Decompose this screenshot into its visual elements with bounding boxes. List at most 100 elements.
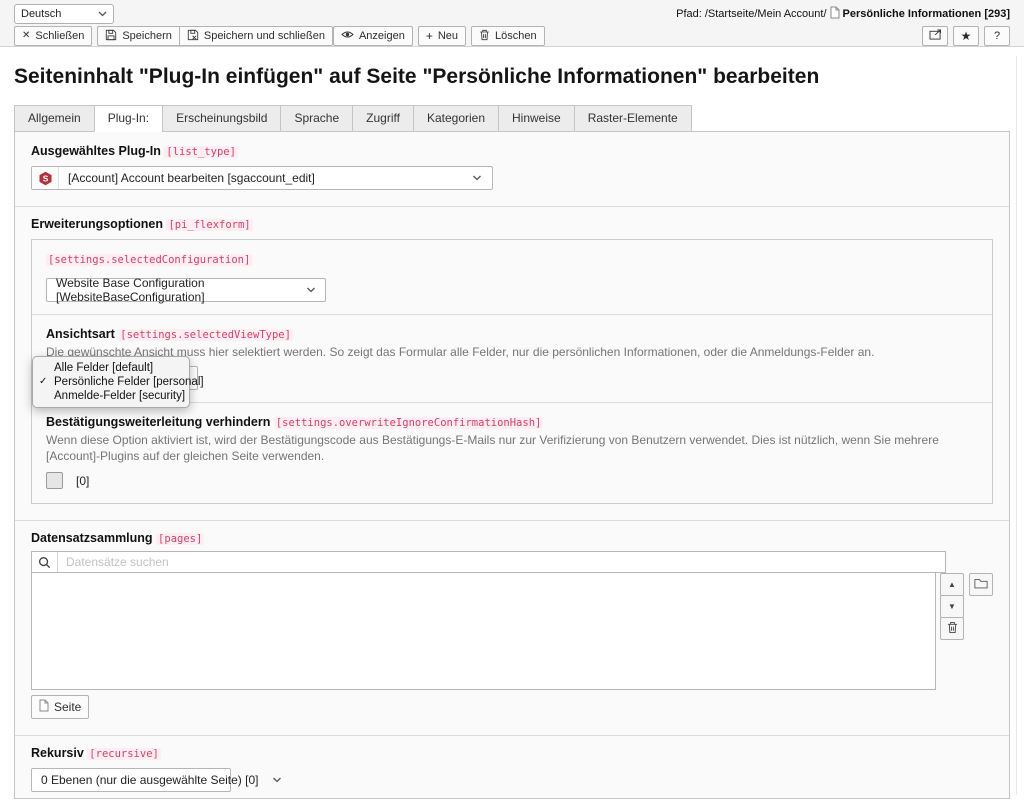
collection-side-controls: ▲ ▼ xyxy=(940,573,993,640)
record-search-input[interactable] xyxy=(58,555,945,569)
browse-records-button[interactable] xyxy=(969,573,993,596)
plugin-select-value: [Account] Account bearbeiten [sgaccount_… xyxy=(59,171,324,185)
save-close-icon xyxy=(187,29,199,44)
trash-icon xyxy=(479,29,490,44)
collection-label: Datensatzsammlung [pages] xyxy=(31,531,993,545)
recursive-section: Rekursiv [recursive] 0 Ebenen (nur die a… xyxy=(15,735,1009,799)
doc-header: Deutsch Pfad: /Startseite/Mein Account/ … xyxy=(0,0,1024,47)
trash-icon xyxy=(947,621,958,636)
breadcrumb: Pfad: /Startseite/Mein Account/ Persönli… xyxy=(676,6,1010,22)
tab-raster-elemente[interactable]: Raster-Elemente xyxy=(574,105,692,132)
configuration-select-value: Website Base Configuration [WebsiteBaseC… xyxy=(56,276,292,304)
toolbar-right: ★ ? xyxy=(922,26,1010,46)
close-button[interactable]: ✕ Schließen xyxy=(14,26,92,46)
plugin-select[interactable]: S [Account] Account bearbeiten [sgaccoun… xyxy=(31,166,493,190)
plugin-brand-icon: S xyxy=(32,167,59,189)
path-value: /Startseite/Mein Account/ xyxy=(705,8,827,20)
record-title: Persönliche Informationen [293] xyxy=(843,8,1010,20)
save-and-close-button[interactable]: Speichern und schließen xyxy=(179,26,333,46)
delete-button[interactable]: Löschen xyxy=(471,26,545,46)
chevron-down-icon xyxy=(258,777,282,783)
recursive-select-value: 0 Ebenen (nur die ausgewählte Seite) [0] xyxy=(41,773,258,787)
add-page-button[interactable]: Seite xyxy=(31,695,89,719)
svg-text:S: S xyxy=(42,173,48,183)
selected-plugin-field-key: [list_type] xyxy=(164,146,238,158)
save-button-group: Speichern Speichern und schließen xyxy=(97,26,333,46)
language-select[interactable]: Deutsch xyxy=(14,4,114,24)
tab-allgemein[interactable]: Allgemein xyxy=(14,105,94,132)
page-title: Seiteninhalt "Plug-In einfügen" auf Seit… xyxy=(14,63,1010,91)
menu-item-label: Alle Felder [default] xyxy=(54,362,153,374)
viewtype-field-key: [settings.selectedViewType] xyxy=(118,329,293,341)
flexform-field-key: [pi_flexform] xyxy=(166,219,252,231)
flexform-label-text: Erweiterungsoptionen xyxy=(31,217,163,231)
help-button[interactable]: ? xyxy=(984,26,1010,46)
move-up-button[interactable]: ▲ xyxy=(940,573,964,596)
confirmation-field-key: [settings.overwriteIgnoreConfirmationHas… xyxy=(274,417,544,429)
confirmation-checkbox[interactable] xyxy=(46,472,63,489)
plus-icon: + xyxy=(426,30,433,42)
tab-plug-in[interactable]: Plug-In: xyxy=(94,105,162,132)
delete-button-label: Löschen xyxy=(495,30,537,42)
menu-item-label: Anmelde-Felder [security] xyxy=(54,390,185,402)
tab-hinweise[interactable]: Hinweise xyxy=(498,105,574,132)
tab-sprache[interactable]: Sprache xyxy=(280,105,352,132)
flexform-box: [settings.selectedConfiguration] Website… xyxy=(31,239,993,504)
path-label: Pfad: xyxy=(676,8,702,20)
selected-plugin-section: Ausgewähltes Plug-In [list_type] S [Acco… xyxy=(15,132,1009,206)
new-button[interactable]: + Neu xyxy=(418,26,466,46)
save-icon xyxy=(105,29,117,44)
save-button[interactable]: Speichern xyxy=(97,26,180,46)
search-icon xyxy=(32,552,58,572)
plugin-tab-panel: Ausgewähltes Plug-In [list_type] S [Acco… xyxy=(14,131,1010,799)
configuration-select[interactable]: Website Base Configuration [WebsiteBaseC… xyxy=(46,278,326,302)
collection-field-key: [pages] xyxy=(156,533,204,545)
page-icon xyxy=(39,699,49,715)
save-and-close-button-label: Speichern und schließen xyxy=(204,30,325,42)
arrow-up-icon: ▲ xyxy=(948,580,956,589)
open-in-new-window-button[interactable] xyxy=(922,26,948,46)
flexform-label: Erweiterungsoptionen [pi_flexform] xyxy=(31,217,993,231)
chevron-down-icon xyxy=(292,287,316,293)
menu-item-personal[interactable]: ✓ Persönliche Felder [personal] xyxy=(33,375,189,389)
configuration-label: [settings.selectedConfiguration] xyxy=(46,252,978,266)
confirmation-description: Wenn diese Option aktiviert ist, wird de… xyxy=(46,432,978,464)
chevron-down-icon xyxy=(458,175,492,181)
recursive-select[interactable]: 0 Ebenen (nur die ausgewählte Seite) [0] xyxy=(31,768,231,792)
remove-record-button[interactable] xyxy=(940,617,964,640)
module-scroll-edge xyxy=(1016,56,1017,795)
move-down-button[interactable]: ▼ xyxy=(940,595,964,618)
view-button[interactable]: Anzeigen xyxy=(333,26,413,46)
configuration-field-key: [settings.selectedConfiguration] xyxy=(46,254,252,266)
tab-kategorien[interactable]: Kategorien xyxy=(413,105,498,132)
viewtype-label: Ansichtsart [settings.selectedViewType] xyxy=(46,327,978,341)
menu-item-default[interactable]: Alle Felder [default] xyxy=(33,361,189,375)
new-button-label: Neu xyxy=(438,30,458,42)
confirmation-checkbox-label: [0] xyxy=(76,474,89,488)
confirmation-checkbox-row: [0] xyxy=(46,472,978,489)
close-button-label: Schließen xyxy=(35,30,84,42)
page-icon xyxy=(830,6,840,22)
record-collection-section: Datensatzsammlung [pages] ▲ ▼ xyxy=(15,520,1009,735)
selected-plugin-label: Ausgewähltes Plug-In [list_type] xyxy=(31,144,993,158)
viewtype-label-text: Ansichtsart xyxy=(46,327,115,341)
star-icon: ★ xyxy=(961,30,972,42)
tab-zugriff[interactable]: Zugriff xyxy=(352,105,413,132)
collection-body: ▲ ▼ xyxy=(31,573,993,690)
add-page-button-label: Seite xyxy=(54,700,81,714)
bookmark-button[interactable]: ★ xyxy=(953,26,979,46)
tab-erscheinungsbild[interactable]: Erscheinungsbild xyxy=(162,105,280,132)
chevron-down-icon xyxy=(98,8,107,20)
open-in-new-icon xyxy=(929,29,942,43)
divider xyxy=(32,314,992,315)
confirmation-label: Bestätigungsweiterleitung verhindern [se… xyxy=(46,415,978,429)
menu-item-security[interactable]: Anmelde-Felder [security] xyxy=(33,389,189,403)
record-list-box[interactable] xyxy=(31,572,936,690)
check-icon: ✓ xyxy=(39,376,47,387)
close-icon: ✕ xyxy=(22,31,30,41)
folder-icon xyxy=(974,578,988,591)
toolbar: ✕ Schließen Speichern Speichern und schl… xyxy=(14,26,545,46)
collection-label-text: Datensatzsammlung xyxy=(31,531,153,545)
tab-bar: Allgemein Plug-In: Erscheinungsbild Spra… xyxy=(14,105,1010,132)
record-search-group xyxy=(31,551,946,573)
